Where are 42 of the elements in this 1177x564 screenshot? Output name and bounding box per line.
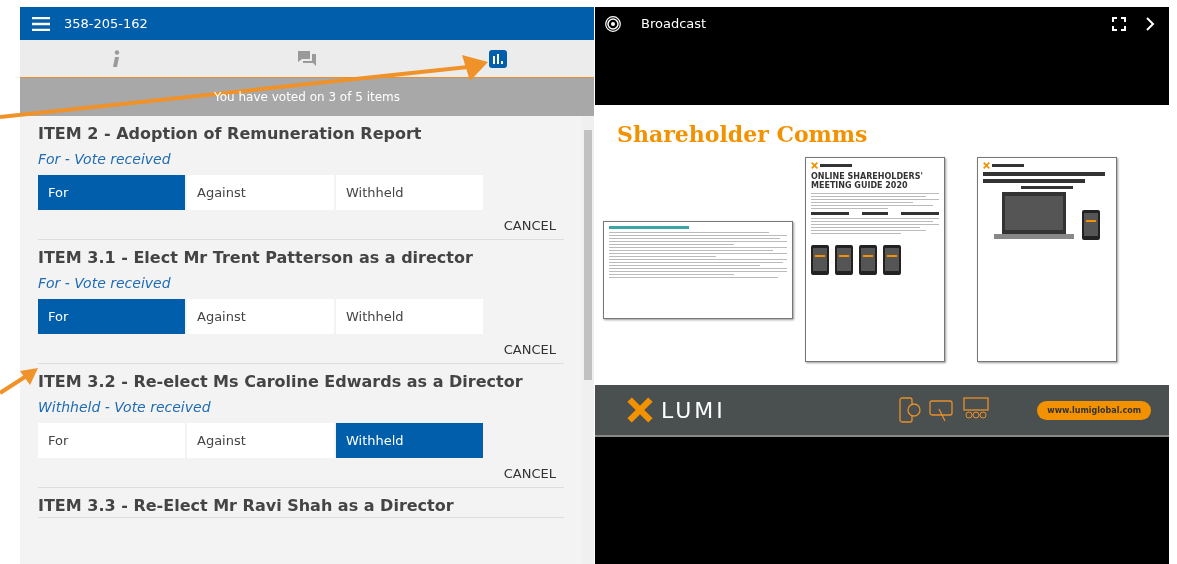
phone-drawing [859, 245, 877, 276]
item-title: ITEM 2 - Adoption of Remuneration Report [38, 123, 423, 145]
vote-status: For - Vote received [38, 151, 172, 167]
vote-option[interactable]: For [38, 423, 185, 458]
phone-drawing [883, 245, 901, 276]
x-logo-icon [983, 162, 990, 169]
vote-option[interactable]: Withheld [336, 299, 483, 334]
broadcast-icon [605, 15, 621, 32]
phone-clock-icon [899, 397, 922, 423]
phone-drawing [811, 245, 829, 276]
slide-title: Shareholder Comms [616, 120, 869, 147]
item-title: ITEM 3.2 - Re-elect Ms Caroline Edwards as a Director [38, 371, 524, 393]
guide-document: ONLINE SHAREHOLDERS' MEETING GUIDE 2020 [805, 157, 945, 362]
vote-option[interactable]: Against [187, 299, 334, 334]
chevron-right-icon[interactable] [1146, 16, 1155, 31]
broadcast-title: Broadcast [641, 16, 708, 31]
cancel-button[interactable]: CANCEL [503, 466, 556, 481]
item-title: ITEM 3.1 - Elect Mr Trent Patterson as a director [38, 247, 474, 269]
menu-icon[interactable] [32, 16, 50, 31]
info-icon [111, 49, 120, 68]
meeting-id: 358-205-162 [64, 16, 148, 31]
bar-chart-icon [489, 49, 508, 68]
x-logo-icon [811, 162, 818, 169]
vote-option[interactable]: Withheld [336, 423, 483, 458]
fullscreen-icon[interactable] [1112, 16, 1126, 31]
vote-option[interactable]: For [38, 299, 185, 334]
phone-drawing [835, 245, 853, 276]
vote-status: Withheld - Vote received [38, 399, 212, 415]
item-title: ITEM 3.3 - Re-Elect Mr Ravi Shah as a Director [38, 495, 455, 517]
phone-drawing [1082, 210, 1100, 240]
vote-status: For - Vote received [38, 275, 172, 291]
x-logo-icon [627, 397, 653, 423]
vote-option[interactable]: For [38, 175, 185, 210]
website-link[interactable]: www.lumiglobal.com [1037, 400, 1151, 420]
footer-brand: LUMI [661, 397, 727, 423]
cancel-button[interactable]: CANCEL [503, 218, 556, 233]
annotation-arrow [0, 365, 40, 395]
cancel-button[interactable]: CANCEL [503, 342, 556, 357]
chat-icon [298, 50, 316, 67]
vote-option[interactable]: Against [187, 175, 334, 210]
vote-option[interactable]: Withheld [336, 175, 483, 210]
vote-option[interactable]: Against [187, 423, 334, 458]
